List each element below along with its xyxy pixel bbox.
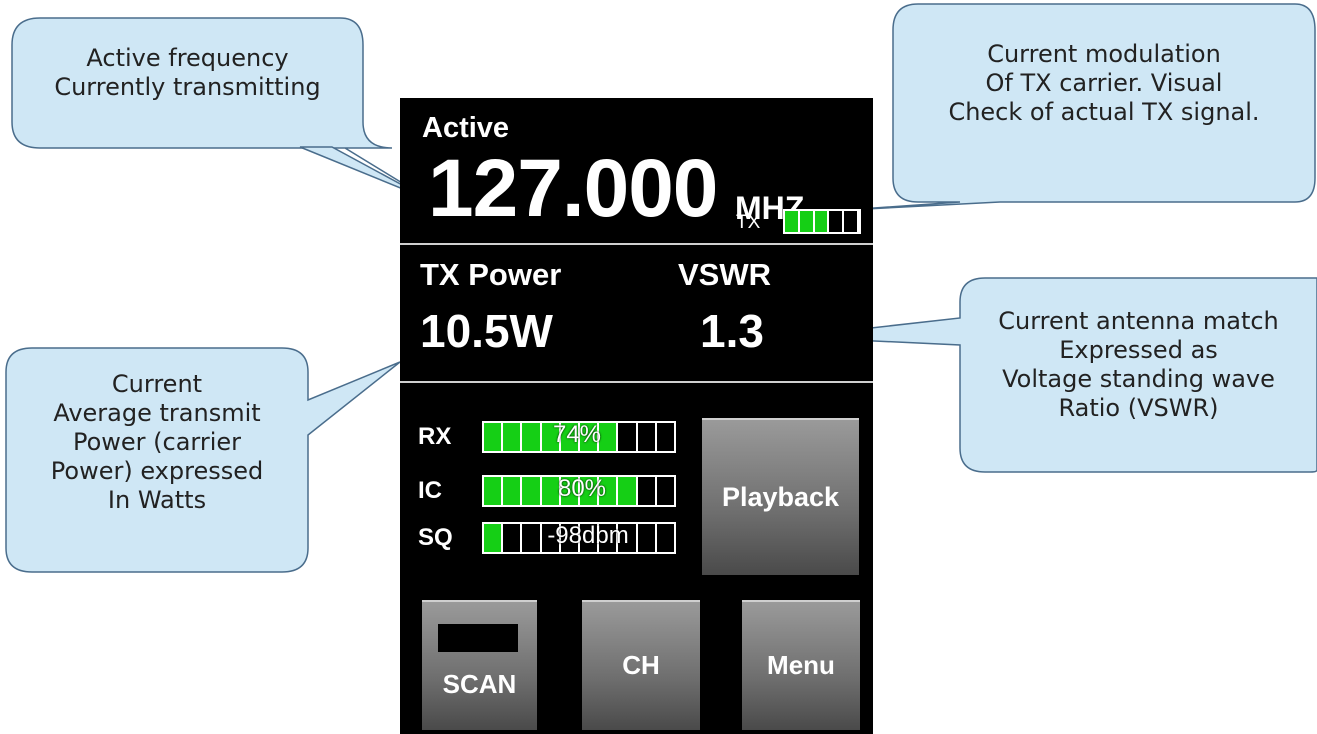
scan-indicator xyxy=(438,624,518,652)
active-label: Active xyxy=(422,112,510,144)
callout-modulation: Current modulation Of TX carrier. Visual… xyxy=(893,40,1315,127)
callout-line: Of TX carrier. Visual xyxy=(985,69,1223,97)
meter-segment xyxy=(814,211,830,232)
active-frequency: 127.000 xyxy=(428,143,718,234)
rx-label: RX xyxy=(418,423,452,450)
tx-power-value: 10.5W xyxy=(420,305,553,357)
callout-antenna: Current antenna match Expressed as Volta… xyxy=(960,307,1317,423)
meter-segment xyxy=(829,211,845,232)
callout-line: Check of actual TX signal. xyxy=(948,98,1260,126)
scan-button[interactable]: SCAN xyxy=(422,600,537,730)
callout-power: Current Average transmit Power (carrier … xyxy=(6,370,308,515)
tx-power-label: TX Power xyxy=(420,257,562,292)
meter-segment xyxy=(484,477,504,505)
meter-segment xyxy=(656,524,675,552)
meter-segment xyxy=(656,477,675,505)
sq-meter-value: -98dbm xyxy=(547,522,629,549)
rx-meter-value: 74% xyxy=(552,421,602,448)
scan-label: SCAN xyxy=(442,669,517,699)
meter-segment xyxy=(484,524,504,552)
ic-meter-row: IC 80% xyxy=(418,475,688,509)
ic-label: IC xyxy=(418,477,442,504)
sq-label: SQ xyxy=(418,524,453,551)
callout-line: Ratio (VSWR) xyxy=(1058,394,1219,422)
rx-meter-row: RX 74% xyxy=(418,421,688,455)
callout-line: Current xyxy=(111,370,203,398)
callout-line: Expressed as xyxy=(1059,336,1218,364)
tx-label: TX xyxy=(736,212,761,233)
meter-segment xyxy=(844,211,859,232)
callout-active-frequency: Active frequency Currently transmitting xyxy=(12,44,363,102)
callout-line: Power (carrier xyxy=(72,428,242,456)
divider xyxy=(400,243,873,245)
callout-line: In Watts xyxy=(107,486,207,514)
ch-button[interactable]: CH xyxy=(582,600,700,730)
vswr-value: 1.3 xyxy=(700,305,764,357)
callout-line: Voltage standing wave xyxy=(1002,365,1275,393)
menu-button[interactable]: Menu xyxy=(742,600,860,730)
meter-segment xyxy=(484,423,504,451)
tx-modulation-meter xyxy=(783,209,861,234)
callout-line: Currently transmitting xyxy=(54,73,321,101)
callout-line: Active frequency xyxy=(86,44,289,72)
ic-meter-value: 80% xyxy=(557,475,607,502)
callout-line: Current antenna match xyxy=(998,307,1279,335)
callout-line: Power) expressed xyxy=(50,457,264,485)
divider xyxy=(400,381,873,383)
vswr-label: VSWR xyxy=(678,257,771,292)
meter-segment xyxy=(799,211,815,232)
sq-meter-row: SQ -98dbm xyxy=(418,522,688,556)
callout-line: Current modulation xyxy=(987,40,1221,68)
meter-segment xyxy=(656,423,675,451)
callout-line: Average transmit xyxy=(53,399,261,427)
meter-segment xyxy=(785,211,800,232)
radio-screen: Active 127.000 MHZ TX TX Power VSWR 10.5… xyxy=(400,98,873,734)
playback-button[interactable]: Playback xyxy=(702,418,859,575)
